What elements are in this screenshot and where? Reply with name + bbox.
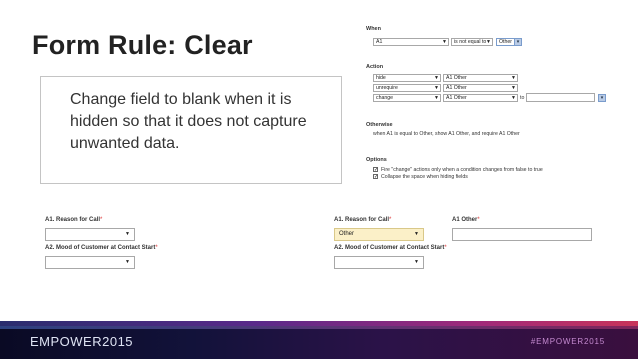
action-1-target-select[interactable]: A1 Other ▼ <box>443 74 518 82</box>
slide: Form Rule: Clear Change field to blank w… <box>0 0 638 359</box>
option-1-checkbox[interactable]: ✓ <box>373 167 379 173</box>
left-q2-label: A2. Mood of Customer at Contact Start* <box>45 245 158 251</box>
when-field-select[interactable]: A1 ▼ <box>373 38 449 46</box>
chevron-down-icon: ▼ <box>486 39 491 45</box>
action-2-target-select[interactable]: A1 Other ▼ <box>443 84 518 92</box>
action-3-verb: change <box>376 95 394 101</box>
chevron-down-icon: ▼ <box>125 231 130 237</box>
action-2-verb-select[interactable]: unrequire ▼ <box>373 84 441 92</box>
otherwise-label: Otherwise <box>366 122 393 128</box>
chevron-down-icon: ▼ <box>434 85 439 91</box>
chevron-down-icon: ▼ <box>511 75 516 81</box>
slide-title: Form Rule: Clear <box>32 30 253 60</box>
checkbox-check-icon: ✓ <box>374 167 379 173</box>
right-q1-value: Other <box>339 231 355 237</box>
option-2-label: Collapse the space when hiding fields <box>381 174 468 180</box>
action-1-target: A1 Other <box>446 75 467 81</box>
action-label: Action <box>366 64 384 70</box>
action-3-verb-select[interactable]: change ▼ <box>373 94 441 102</box>
hashtag: #EMPOWER2015 <box>530 337 605 346</box>
action-2-target: A1 Other <box>446 85 467 91</box>
action-3-to-input[interactable] <box>526 93 595 102</box>
left-q1-label: A1. Reason for Call* <box>45 217 103 223</box>
action-3-to-label: to <box>520 95 525 101</box>
chevron-down-icon: ▼ <box>442 39 447 45</box>
action-2-verb: unrequire <box>376 85 398 91</box>
chevron-down-icon: ▼ <box>434 75 439 81</box>
right-other-input[interactable] <box>452 228 592 241</box>
chevron-down-icon: ▼ <box>414 259 419 265</box>
when-value-dropdown-button[interactable]: ▾ <box>514 38 522 46</box>
otherwise-text: when A1 is equal to Other, show A1 Other… <box>373 131 520 137</box>
right-other-label: A1 Other* <box>452 217 480 223</box>
action-1-verb: hide <box>376 75 386 81</box>
action-3-target: A1 Other <box>446 95 467 101</box>
chevron-down-icon: ▾ <box>516 39 520 45</box>
chevron-down-icon: ▼ <box>125 259 130 265</box>
right-q2-select[interactable]: ▼ <box>334 256 424 269</box>
left-q1-select[interactable]: ▼ <box>45 228 135 241</box>
chevron-down-icon: ▼ <box>511 85 516 91</box>
chevron-down-icon: ▼ <box>434 95 439 101</box>
chevron-down-icon: ▾ <box>600 95 604 101</box>
action-1-verb-select[interactable]: hide ▼ <box>373 74 441 82</box>
chevron-down-icon: ▼ <box>511 95 516 101</box>
left-q2-select[interactable]: ▼ <box>45 256 135 269</box>
when-operator-value: is not equal to <box>454 39 487 45</box>
chevron-down-icon: ▼ <box>414 231 419 237</box>
option-1-label: Fire "change" actions only when a condit… <box>381 167 543 173</box>
right-q2-label: A2. Mood of Customer at Contact Start* <box>334 245 447 251</box>
brand-logo: EMPOWER2015 <box>30 334 134 349</box>
when-field-value: A1 <box>376 39 383 45</box>
checkbox-check-icon: ✓ <box>374 174 379 180</box>
option-2-checkbox[interactable]: ✓ <box>373 174 379 180</box>
action-3-to-dropdown-button[interactable]: ▾ <box>598 94 606 102</box>
when-label: When <box>366 26 381 32</box>
when-value-text: Other <box>499 39 512 45</box>
options-label: Options <box>366 157 387 163</box>
when-operator-select[interactable]: is not equal to ▼ <box>451 38 493 46</box>
right-q1-label: A1. Reason for Call* <box>334 217 392 223</box>
bullet-text: Change field to blank when it is hidden … <box>70 91 307 152</box>
right-q1-select[interactable]: Other ▼ <box>334 228 424 241</box>
action-3-target-select[interactable]: A1 Other ▼ <box>443 94 518 102</box>
bullet-box: Change field to blank when it is hidden … <box>40 76 342 184</box>
